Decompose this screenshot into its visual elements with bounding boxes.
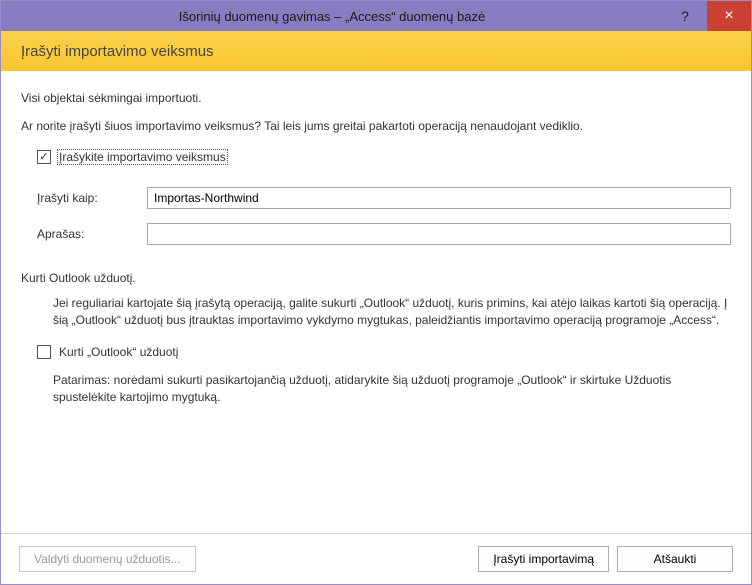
outlook-checkbox-row: Kurti „Outlook“ užduotį [37, 344, 731, 360]
cancel-button[interactable]: Atšaukti [617, 546, 733, 572]
description-input[interactable] [147, 223, 731, 245]
save-steps-checkbox-row: Įrašykite importavimo veiksmus [37, 149, 731, 165]
heading-text: Įrašyti importavimo veiksmus [21, 43, 214, 60]
outlook-checkbox[interactable] [37, 345, 51, 359]
save-as-input[interactable] [147, 187, 731, 209]
titlebar: Išorinių duomenų gavimas – „Access“ duom… [1, 1, 751, 31]
dialog-window: Išorinių duomenų gavimas – „Access“ duom… [0, 0, 752, 585]
close-button[interactable]: × [707, 1, 751, 31]
question-text: Ar norite įrašyti šiuos importavimo veik… [21, 119, 731, 133]
manage-tasks-button[interactable]: Valdyti duomenų užduotis... [19, 546, 196, 572]
outlook-checkbox-label[interactable]: Kurti „Outlook“ užduotį [57, 344, 180, 360]
outlook-section-body: Jei reguliariai kartojate šią įrašytą op… [53, 295, 731, 330]
outlook-section-title: Kurti Outlook užduotį. [21, 271, 731, 285]
save-steps-checkbox[interactable] [37, 150, 51, 164]
button-bar: Valdyti duomenų užduotis... Įrašyti impo… [1, 533, 751, 584]
content-area: Visi objektai sėkmingai importuoti. Ar n… [1, 71, 751, 533]
save-steps-checkbox-label[interactable]: Įrašykite importavimo veiksmus [57, 149, 228, 165]
save-import-button[interactable]: Įrašyti importavimą [478, 546, 609, 572]
heading-band: Įrašyti importavimo veiksmus [1, 31, 751, 71]
titlebar-buttons: ? × [663, 1, 751, 31]
description-label: Aprašas: [37, 227, 147, 241]
window-title: Išorinių duomenų gavimas – „Access“ duom… [1, 9, 663, 24]
save-as-row: Įrašyti kaip: [37, 187, 731, 209]
description-row: Aprašas: [37, 223, 731, 245]
help-button[interactable]: ? [663, 1, 707, 31]
outlook-tip: Patarimas: norėdami sukurti pasikartojan… [53, 372, 731, 407]
save-as-label: Įrašyti kaip: [37, 191, 147, 205]
status-message: Visi objektai sėkmingai importuoti. [21, 91, 731, 105]
